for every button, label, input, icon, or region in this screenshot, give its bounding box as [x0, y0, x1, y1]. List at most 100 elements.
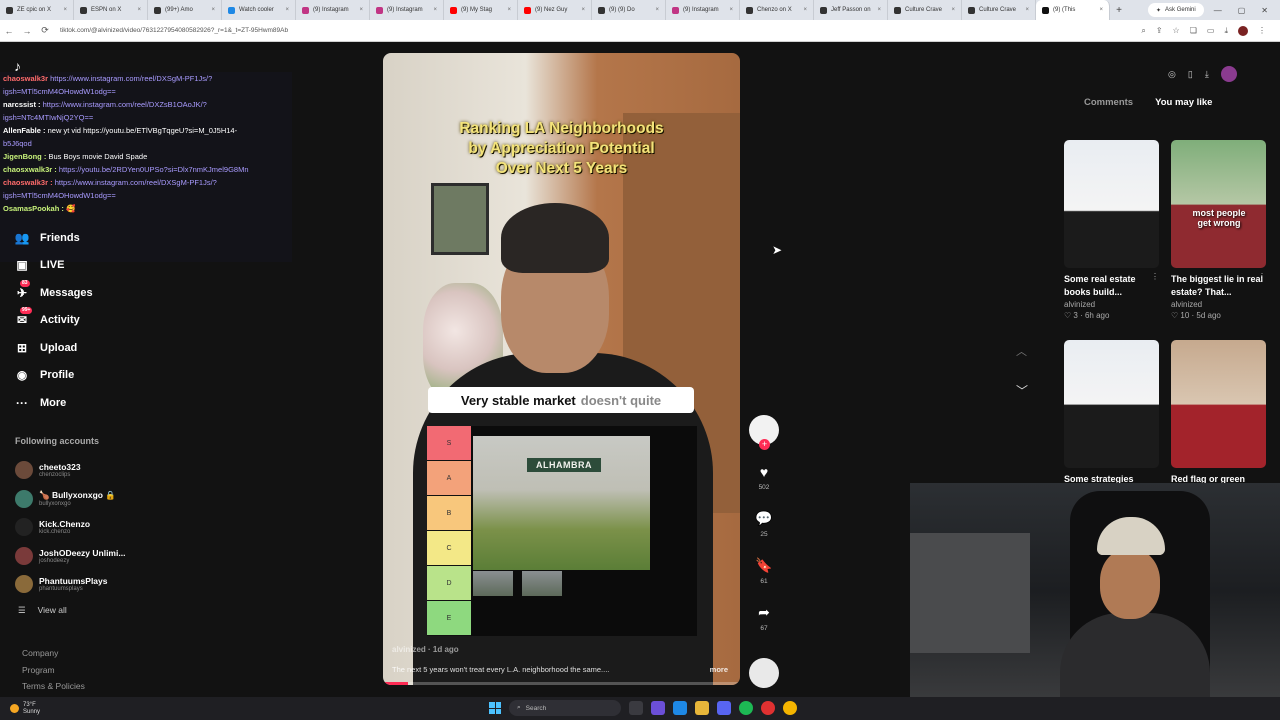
chat-username[interactable]: JigenBong : [3, 152, 46, 161]
forward-icon[interactable]: → [18, 26, 36, 36]
share-button[interactable]: ➦ 67 [749, 604, 779, 632]
maximize-icon[interactable]: ▢ [1238, 6, 1246, 15]
menu-icon[interactable]: ⋮ [1258, 26, 1266, 36]
browser-tab[interactable]: Chenzo on X × [740, 0, 814, 20]
sidebar-item-friends[interactable]: 👥 Friends [14, 224, 93, 252]
previous-video-chevron-icon[interactable]: ︿ [1016, 343, 1027, 359]
browser-tab[interactable]: (9) Instagram × [296, 0, 370, 20]
obs-icon[interactable] [761, 701, 775, 715]
tab-close-icon[interactable]: × [1099, 7, 1103, 13]
creator-avatar-follow[interactable] [749, 415, 779, 450]
following-account[interactable]: cheeto323 chenzoclips [15, 456, 125, 485]
chat-link[interactable]: b5J6qod [3, 139, 32, 148]
chat-username[interactable]: OsamasPookah : [3, 204, 64, 213]
more-options-icon[interactable]: ⋮ [1258, 272, 1266, 281]
video-author[interactable]: alvinized · 1d ago [392, 645, 459, 654]
tab-close-icon[interactable]: × [729, 7, 733, 13]
chat-link[interactable]: https://www.instagram.com/reel/DXZsB1OAo… [43, 100, 207, 109]
zoom-icon[interactable]: ⌕ [1141, 26, 1145, 36]
more-button[interactable]: more [710, 665, 732, 674]
sidebar-item-profile[interactable]: ◉ Profile [14, 362, 93, 390]
browser-tab[interactable]: Jeff Passon on × [814, 0, 888, 20]
suggested-video-card[interactable]: most people get wrong The biggest lie in… [1171, 140, 1266, 320]
sidebar-item-more[interactable]: ··· More [14, 389, 93, 417]
tab-close-icon[interactable]: × [211, 7, 215, 13]
sidebar-item-messages[interactable]: ✈ 83 Messages [14, 279, 93, 307]
sidebar-icon[interactable]: ▭ [1207, 26, 1215, 36]
browser-tab[interactable]: Culture Crave × [888, 0, 962, 20]
task-view-icon[interactable] [629, 701, 643, 715]
tab-close-icon[interactable]: × [433, 7, 437, 13]
download-app-icon[interactable]: ⤓ [1205, 69, 1209, 80]
edge-icon[interactable] [673, 701, 687, 715]
view-all-button[interactable]: ☰ View all [18, 605, 67, 616]
sidebar-item-live[interactable]: ▣ LIVE [14, 252, 93, 280]
comment-button[interactable]: 💬 25 [749, 510, 779, 538]
tab-comments[interactable]: Comments [1084, 97, 1133, 108]
chat-username[interactable]: chaoswalk3r [3, 74, 48, 83]
device-icon[interactable]: ▯ [1188, 69, 1193, 80]
browser-tab[interactable]: (9) My Stag × [444, 0, 518, 20]
weather-widget[interactable]: 73°F Sunny [0, 702, 40, 716]
chat-link[interactable]: https://www.instagram.com/reel/DXSgM-PF1… [55, 178, 217, 187]
tab-close-icon[interactable]: × [655, 7, 659, 13]
save-button[interactable]: 🔖 61 [749, 557, 779, 585]
suggested-video-card[interactable]: Some strategies [1064, 340, 1159, 486]
footer-link-terms[interactable]: Terms & Policies [22, 678, 85, 695]
chat-link[interactable]: igsh=MTl5cmM4OHowdW1odg== [3, 87, 116, 96]
sidebar-item-upload[interactable]: ⊞ Upload [14, 334, 93, 362]
profile-icon[interactable] [1238, 25, 1248, 36]
spotify-icon[interactable] [739, 701, 753, 715]
back-icon[interactable]: ← [0, 26, 18, 36]
new-tab-button[interactable]: + [1110, 5, 1128, 16]
explore-icon[interactable]: ◎ [1168, 69, 1176, 80]
chat-username[interactable]: chaoswalk3r : [3, 178, 53, 187]
tab-close-icon[interactable]: × [877, 7, 881, 13]
browser-tab[interactable]: Watch cooler × [222, 0, 296, 20]
suggested-video-card[interactable]: Some real estate books build... alvinize… [1064, 140, 1159, 320]
user-avatar[interactable] [1220, 66, 1237, 82]
footer-link-company[interactable]: Company [22, 645, 85, 662]
chat-link[interactable]: https://youtu.be/2RDYen0UPSo?si=Dlx7nmKJ… [59, 165, 249, 174]
following-account[interactable]: Kick.Chenzo kick.chenzo [15, 513, 125, 542]
chat-username[interactable]: chaosxwalk3r : [3, 165, 57, 174]
close-window-icon[interactable]: ✕ [1261, 6, 1268, 15]
sound-avatar[interactable] [749, 658, 779, 688]
browser-tab[interactable]: (9) Instagram × [666, 0, 740, 20]
chat-link[interactable]: https://www.instagram.com/reel/DXSgM-PF1… [50, 74, 212, 83]
footer-link-program[interactable]: Program [22, 662, 85, 679]
video-player[interactable]: Ranking LA Neighborhoods by Appreciation… [383, 53, 740, 685]
extensions-icon[interactable]: ❏ [1190, 26, 1197, 36]
ask-gemini-button[interactable]: ✦ Ask Gemini [1148, 3, 1204, 17]
tab-close-icon[interactable]: × [137, 7, 141, 13]
taskbar-search[interactable]: ⌕ Search [509, 700, 621, 716]
following-account[interactable]: 🍗 Bullyxonxgo 🔒 bullyxonxgo [15, 485, 125, 514]
download-icon[interactable]: ⤓ [1224, 26, 1228, 36]
share-icon[interactable]: ⇪ [1156, 26, 1163, 36]
bookmark-star-icon[interactable]: ☆ [1173, 26, 1180, 36]
following-account[interactable]: PhantuumsPlays phantuumsplays [15, 570, 125, 599]
chat-link[interactable]: igsh=MTl5cmM4OHowdW1odg== [3, 191, 116, 200]
tab-you-may-like[interactable]: You may like [1155, 97, 1212, 108]
browser-tab[interactable]: ESPN on X × [74, 0, 148, 20]
windows-start-icon[interactable] [489, 702, 501, 714]
browser-tab[interactable]: ZE cpic on X × [0, 0, 74, 20]
tab-close-icon[interactable]: × [359, 7, 363, 13]
tab-close-icon[interactable]: × [1025, 7, 1029, 13]
tab-close-icon[interactable]: × [581, 7, 585, 13]
discord-icon[interactable] [717, 701, 731, 715]
chat-username[interactable]: AllenFable : [3, 126, 46, 135]
browser-tab[interactable]: Culture Crave × [962, 0, 1036, 20]
tab-close-icon[interactable]: × [507, 7, 511, 13]
chat-link[interactable]: igsh=NTc4MTIwNjQ2YQ== [3, 113, 93, 122]
tab-close-icon[interactable]: × [63, 7, 67, 13]
file-explorer-icon[interactable] [695, 701, 709, 715]
following-account[interactable]: JoshODeezy Unlimi... joshodeezy [15, 542, 125, 571]
browser-tab[interactable]: (9) Nez Guy × [518, 0, 592, 20]
tab-close-icon[interactable]: × [951, 7, 955, 13]
chat-username[interactable]: narcssist : [3, 100, 41, 109]
chrome-icon[interactable] [783, 701, 797, 715]
url-field[interactable]: tiktok.com/@alvinized/video/763122795408… [60, 27, 1141, 34]
next-video-chevron-icon[interactable]: ﹀ [1016, 382, 1028, 399]
browser-tab[interactable]: (99+) Amo × [148, 0, 222, 20]
